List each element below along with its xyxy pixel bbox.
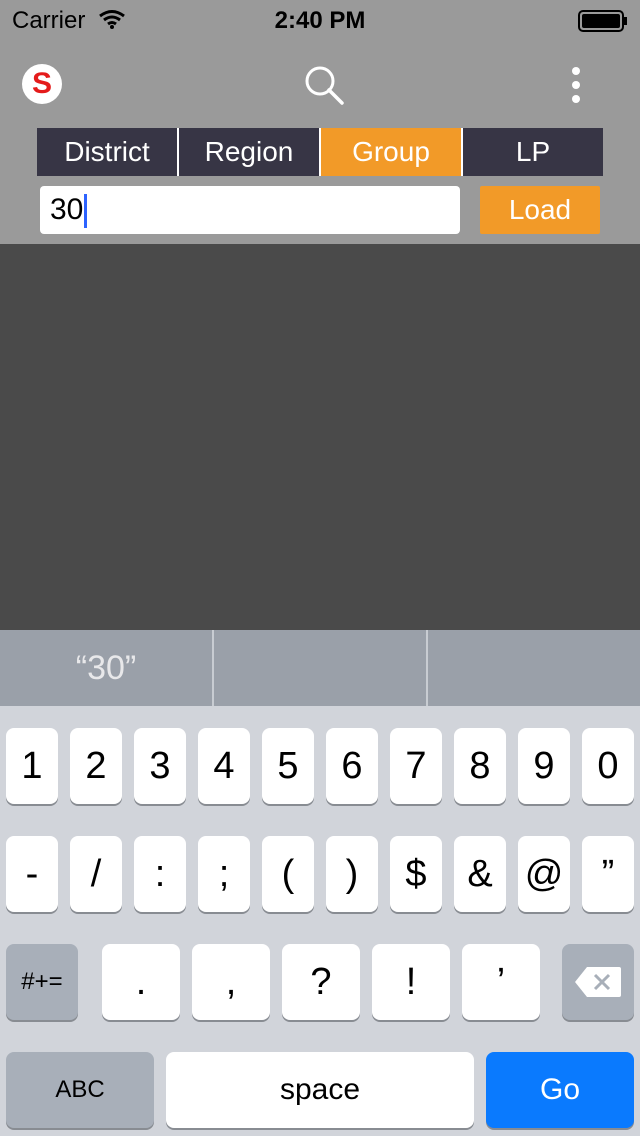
text-cursor (84, 194, 88, 229)
key-close-paren[interactable]: ) (326, 836, 378, 912)
key-9[interactable]: 9 (518, 728, 570, 804)
key-apostrophe[interactable]: ’ (462, 944, 540, 1020)
key-0[interactable]: 0 (582, 728, 634, 804)
key-space[interactable]: space (166, 1052, 474, 1128)
suggestion-2[interactable] (214, 630, 428, 706)
suggestion-1[interactable]: “30” (0, 630, 214, 706)
key-slash[interactable]: / (70, 836, 122, 912)
key-abc[interactable]: ABC (6, 1052, 154, 1128)
key-6[interactable]: 6 (326, 728, 378, 804)
status-bar: Carrier 2:40 PM (0, 0, 640, 40)
toolbar: S (0, 54, 640, 114)
status-time: 2:40 PM (274, 7, 366, 34)
keyboard: “30” 1 2 3 4 5 6 7 8 9 0 - / : ; ( ) $ &… (0, 630, 640, 1136)
key-question[interactable]: ? (282, 944, 360, 1020)
search-input-value: 30 (50, 193, 84, 226)
key-1[interactable]: 1 (6, 728, 58, 804)
suggestion-bar: “30” (0, 630, 640, 706)
top-panel: Carrier 2:40 PM S District Region Group (0, 0, 640, 244)
key-colon[interactable]: : (134, 836, 186, 912)
key-2[interactable]: 2 (70, 728, 122, 804)
key-open-paren[interactable]: ( (262, 836, 314, 912)
key-hyphen[interactable]: - (6, 836, 58, 912)
load-button[interactable]: Load (480, 186, 600, 234)
key-8[interactable]: 8 (454, 728, 506, 804)
key-4[interactable]: 4 (198, 728, 250, 804)
key-comma[interactable]: , (192, 944, 270, 1020)
segment-region[interactable]: Region (179, 128, 321, 176)
key-dollar[interactable]: $ (390, 836, 442, 912)
more-vertical-icon[interactable] (566, 66, 586, 104)
key-symbols[interactable]: #+= (6, 944, 78, 1020)
segment-lp[interactable]: LP (463, 128, 603, 176)
battery-icon (578, 10, 627, 32)
key-quote[interactable]: ” (582, 836, 634, 912)
key-period[interactable]: . (102, 944, 180, 1020)
search-icon[interactable] (303, 64, 345, 106)
key-5[interactable]: 5 (262, 728, 314, 804)
key-at[interactable]: @ (518, 836, 570, 912)
key-7[interactable]: 7 (390, 728, 442, 804)
key-semicolon[interactable]: ; (198, 836, 250, 912)
segment-group[interactable]: Group (321, 128, 463, 176)
backspace-icon (575, 967, 621, 997)
key-3[interactable]: 3 (134, 728, 186, 804)
suggestion-3[interactable] (428, 630, 640, 706)
segment-district[interactable]: District (37, 128, 179, 176)
key-ampersand[interactable]: & (454, 836, 506, 912)
level-segmented-control: District Region Group LP (37, 128, 603, 176)
key-exclamation[interactable]: ! (372, 944, 450, 1020)
search-input[interactable]: 30 (40, 186, 460, 234)
key-go[interactable]: Go (486, 1052, 634, 1128)
app-logo[interactable]: S (22, 64, 62, 104)
key-delete[interactable] (562, 944, 634, 1020)
